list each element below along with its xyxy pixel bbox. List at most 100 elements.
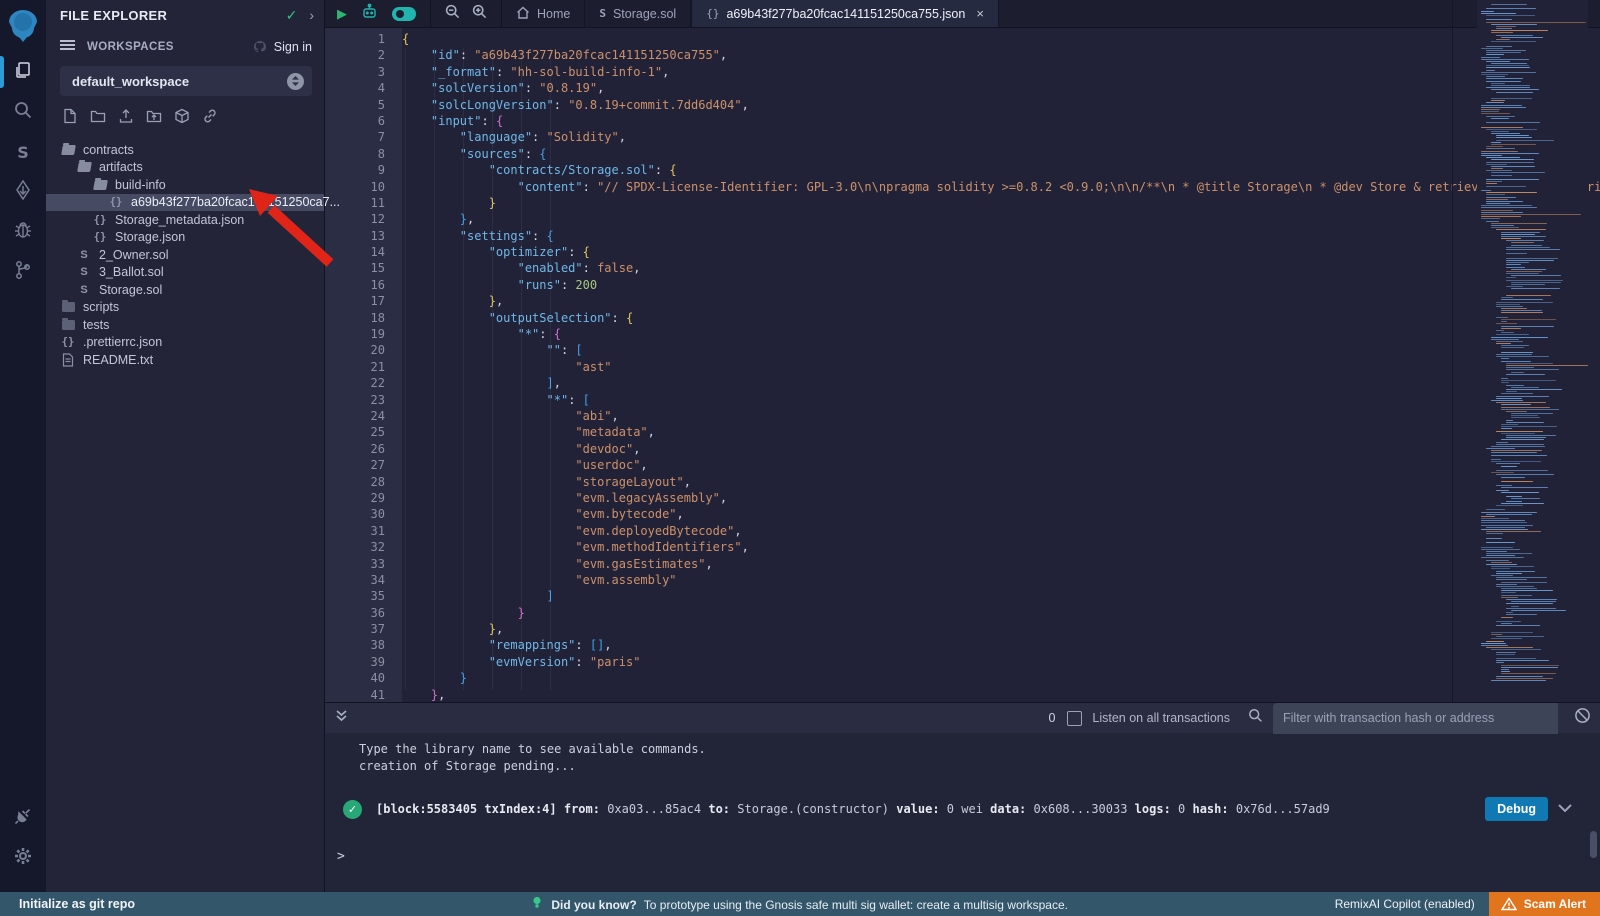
rail-item-debugger[interactable] [0, 212, 46, 252]
line-number: 32 [325, 539, 402, 555]
new-folder-icon[interactable] [90, 108, 106, 129]
minimap[interactable] [1477, 0, 1588, 702]
zoom-in-icon[interactable] [472, 4, 487, 24]
tree-item-storage-json[interactable]: {}Storage.json [46, 229, 324, 247]
code-content[interactable]: { "id": "a69b43f277ba20fcac141151250ca75… [402, 28, 1600, 702]
remix-logo-icon[interactable] [5, 8, 41, 46]
deploy-icon [13, 180, 33, 205]
line-number: 20 [325, 342, 402, 358]
chevron-right-icon[interactable]: › [309, 7, 314, 23]
line-number: 40 [325, 670, 402, 686]
upload-folder-icon[interactable] [146, 108, 162, 129]
code-line: }, [402, 293, 1600, 309]
tree-item-label: scripts [83, 300, 119, 314]
tree-item-label: Storage.sol [99, 283, 162, 297]
code-line: "*": [ [402, 392, 1600, 408]
code-line: }, [402, 687, 1600, 702]
tree-item-storage-sol[interactable]: SStorage.sol [46, 281, 324, 299]
code-line: } [402, 195, 1600, 211]
zoom-out-icon[interactable] [445, 4, 460, 24]
debug-button[interactable]: Debug [1485, 797, 1548, 821]
did-you-know-tip: Did you know? To prototype using the Gno… [0, 896, 1600, 912]
code-line: "evm.assembly" [402, 572, 1600, 588]
sign-in-button[interactable]: Sign in [252, 40, 312, 54]
new-file-icon[interactable] [62, 108, 78, 129]
transaction-log-row[interactable]: ✓ [block:5583405 txIndex:4] from: 0xa03.… [343, 797, 1600, 821]
tree-item-contracts[interactable]: contracts [46, 141, 324, 159]
tree-item-3-ballot-sol[interactable]: S3_Ballot.sol [46, 264, 324, 282]
terminal-log-line: Type the library name to see available c… [359, 741, 1600, 758]
code-line: "devdoc", [402, 441, 1600, 457]
code-line: "evmVersion": "paris" [402, 654, 1600, 670]
expand-tx-chevron-icon[interactable] [1558, 800, 1572, 818]
tree-item-storage-metadata-json[interactable]: {} Storage_metadata.json [46, 211, 324, 229]
line-number: 33 [325, 556, 402, 572]
code-line: } [402, 670, 1600, 686]
file-icon [60, 353, 76, 367]
cube-icon[interactable] [174, 108, 190, 129]
tree-item-tests[interactable]: tests [46, 316, 324, 334]
line-number: 29 [325, 490, 402, 506]
code-line: "*": { [402, 326, 1600, 342]
folder-open-icon [76, 162, 92, 172]
rail-item-git[interactable] [0, 252, 46, 292]
tree-item-label: Storage.json [115, 230, 185, 244]
hamburger-menu-icon[interactable] [60, 38, 75, 56]
tree-item-a69b43f277ba20fcac141151250ca7-[interactable]: {}a69b43f277ba20fcac141151250ca7... [46, 194, 324, 212]
collapse-terminal-icon[interactable] [335, 709, 348, 727]
plug-icon [13, 806, 33, 831]
workspace-caret-icon [287, 73, 304, 90]
terminal-log-line: creation of Storage pending... [359, 758, 1600, 775]
json-file-icon: {} [92, 214, 108, 226]
tx-success-icon: ✓ [343, 800, 362, 819]
tree-item-2-owner-sol[interactable]: S2_Owner.sol [46, 246, 324, 264]
code-line: "content": "// SPDX-License-Identifier: … [402, 179, 1600, 195]
tree-item-label: Storage_metadata.json [115, 213, 244, 227]
rail-item-plugin-manager[interactable] [0, 798, 46, 838]
lightbulb-icon [532, 898, 545, 912]
clear-console-icon[interactable] [1574, 707, 1591, 729]
line-number: 36 [325, 605, 402, 621]
run-script-icon[interactable]: ▶ [337, 6, 347, 22]
upload-file-icon[interactable] [118, 108, 134, 129]
tree-item-label: README.txt [83, 353, 153, 367]
copilot-robot-icon[interactable] [361, 3, 378, 25]
copilot-toggle[interactable] [392, 7, 416, 21]
rail-item-solidity-compiler[interactable]: S [0, 132, 46, 172]
line-number: 14 [325, 244, 402, 260]
tree-item-artifacts[interactable]: artifacts [46, 159, 324, 177]
file-explorer-header: FILE EXPLORER ✓ › [46, 0, 324, 30]
workspace-select[interactable]: default_workspace [60, 66, 312, 96]
tab-label: a69b43f277ba20fcac141151250ca755.json [726, 7, 965, 21]
transaction-filter-input[interactable] [1273, 703, 1558, 734]
line-number: 25 [325, 424, 402, 440]
workspaces-label: WORKSPACES [87, 41, 252, 53]
tab-label: Home [537, 7, 570, 21]
tab-home[interactable]: Home [502, 0, 585, 27]
search-icon [1248, 708, 1263, 728]
terminal-prompt[interactable]: > [337, 849, 345, 864]
line-number-gutter: 1234567891011121314151617181920212223242… [325, 28, 402, 702]
terminal-scrollbar[interactable] [1590, 831, 1597, 858]
code-line: "language": "Solidity", [402, 129, 1600, 145]
line-number: 5 [325, 97, 402, 113]
tree-item-build-info[interactable]: build-info [46, 176, 324, 194]
tab-a69b43f277ba20fcac141151250ca755-json[interactable]: {}a69b43f277ba20fcac141151250ca755.json× [691, 0, 999, 27]
close-tab-icon[interactable]: × [976, 6, 984, 21]
tree-item-scripts[interactable]: scripts [46, 299, 324, 317]
line-number: 23 [325, 392, 402, 408]
link-icon[interactable] [202, 108, 218, 129]
rail-item-deploy-and-run[interactable] [0, 172, 46, 212]
rail-item-file-explorer[interactable] [0, 52, 46, 92]
listen-all-checkbox[interactable] [1067, 711, 1082, 726]
tree-item--prettierrc-json[interactable]: {}.prettierrc.json [46, 334, 324, 352]
minimap-divider [1452, 0, 1453, 702]
tree-item-readme-txt[interactable]: README.txt [46, 351, 324, 369]
terminal-header: 0 Listen on all transactions [325, 702, 1600, 733]
github-icon [252, 40, 268, 54]
terminal: 0 Listen on all transactions Type the li… [325, 702, 1600, 892]
code-line: ] [402, 588, 1600, 604]
rail-item-search[interactable] [0, 92, 46, 132]
rail-item-settings[interactable] [0, 838, 46, 878]
tab-storage-sol[interactable]: SStorage.sol [585, 0, 691, 27]
